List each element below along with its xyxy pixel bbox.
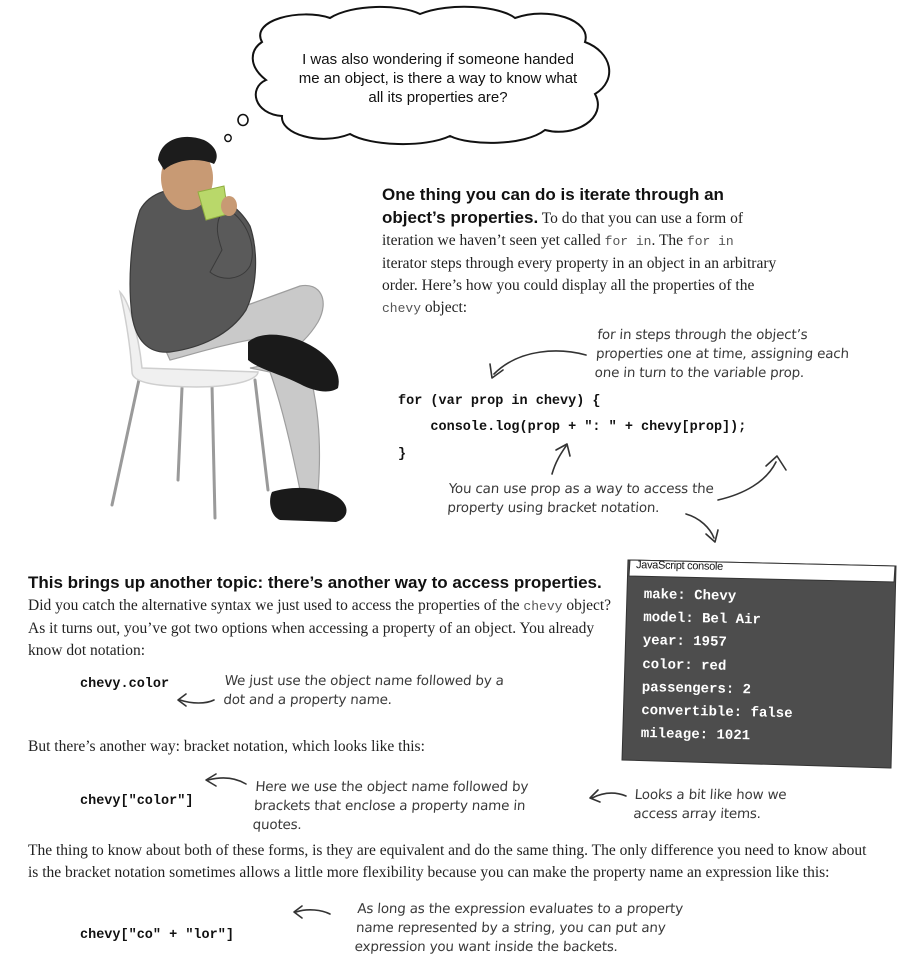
console-title: JavaScript console: [635, 559, 724, 573]
console-line: mileage: 1021: [640, 726, 751, 745]
console-line: year: 1957: [642, 633, 727, 652]
expression-code: chevy["co" + "lor"]: [80, 928, 234, 943]
section2-code-chevy: chevy: [523, 599, 563, 614]
console-line: model: Bel Air: [643, 610, 762, 629]
dot-notation-code: chevy.color: [80, 677, 170, 692]
annotation-dot: We just use the object name followed by …: [222, 673, 505, 708]
console-line: passengers: 2: [641, 679, 752, 699]
console-line: make: Chevy: [643, 586, 737, 605]
section2-paragraph: This brings up another topic: there’s an…: [28, 572, 612, 662]
console-line: convertible: false: [641, 702, 793, 723]
bracket-intro: But there’s another way: bracket notatio…: [28, 738, 425, 755]
section2-body-1: Did you catch the alternative syntax we …: [28, 597, 524, 614]
bracket-notation-code: chevy["color"]: [80, 794, 194, 809]
equivalence-paragraph: The thing to know about both of these fo…: [28, 842, 867, 881]
console-output: make: Chevy model: Bel Air year: 1957 co…: [641, 584, 796, 750]
annotation-bracket: Here we use the object name followed by …: [252, 779, 529, 833]
annotation-expression: As long as the expression evaluates to a…: [354, 901, 684, 955]
section2-heading: This brings up another topic: there’s an…: [28, 573, 602, 592]
annotation-array: Looks a bit like how we access array ite…: [632, 787, 788, 822]
console-line: color: red: [642, 656, 727, 675]
